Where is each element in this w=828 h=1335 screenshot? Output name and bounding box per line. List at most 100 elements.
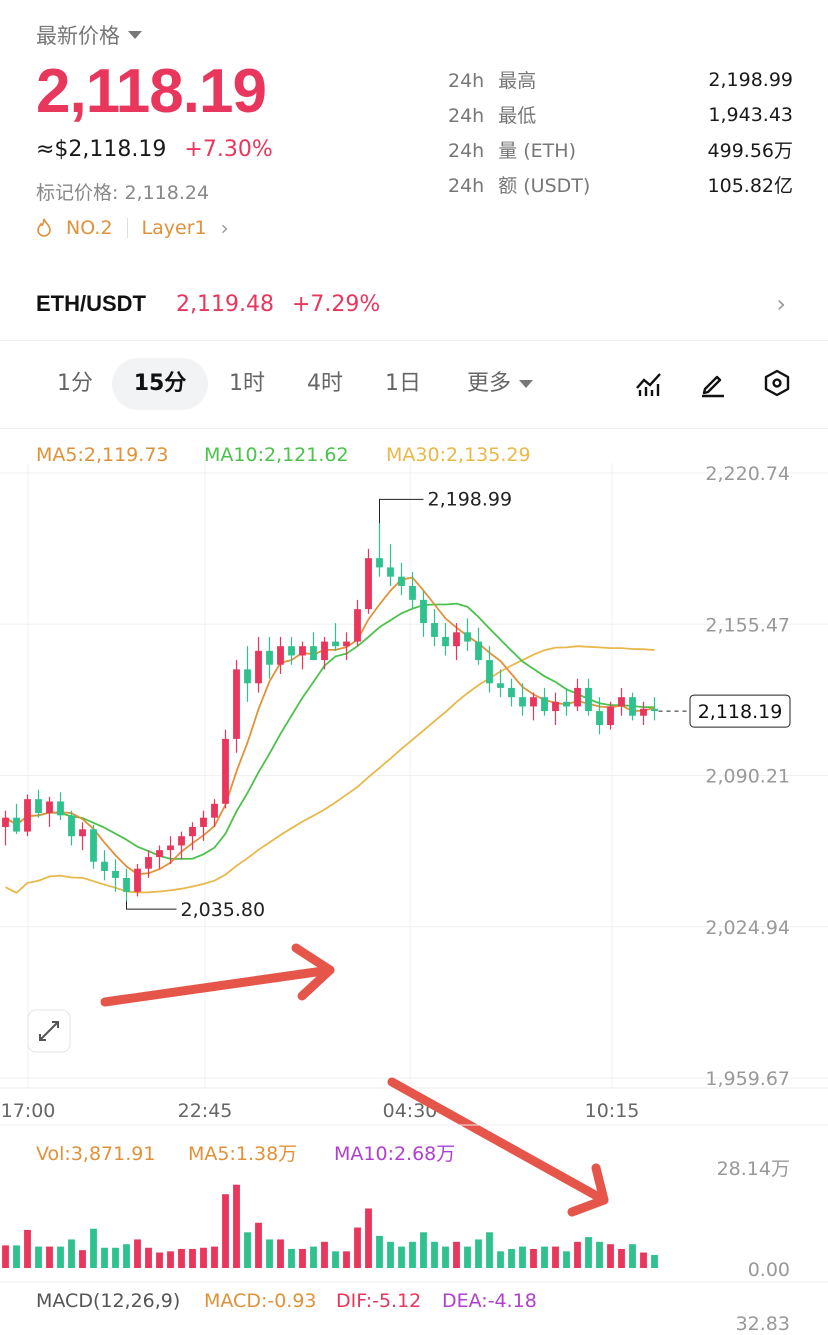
volume-bar bbox=[189, 1248, 196, 1268]
candle-body bbox=[244, 669, 251, 684]
candle-body bbox=[112, 870, 119, 878]
candle-body bbox=[442, 636, 449, 647]
indicator-icon[interactable] bbox=[634, 368, 664, 398]
candles bbox=[2, 523, 658, 902]
candle-body bbox=[541, 697, 548, 712]
volume-bar bbox=[607, 1244, 614, 1268]
settings-hexagon-icon[interactable] bbox=[762, 368, 792, 398]
candle-body bbox=[585, 687, 592, 712]
volume-bar bbox=[310, 1246, 317, 1268]
volume-bar bbox=[299, 1248, 306, 1268]
volume-bar bbox=[398, 1246, 405, 1268]
candle-body bbox=[299, 646, 306, 656]
volume-bar bbox=[629, 1244, 636, 1268]
stat-period: 24h bbox=[448, 70, 485, 92]
low-marker-line bbox=[126, 901, 177, 910]
volume-bar bbox=[442, 1246, 449, 1268]
tab-15m[interactable]: 15分 bbox=[112, 358, 208, 410]
chevron-down-icon bbox=[519, 380, 533, 388]
macd-tick: 32.83 bbox=[736, 1313, 790, 1335]
tags-row[interactable]: NO.2 Layer1 › bbox=[36, 216, 229, 240]
tab-1h[interactable]: 1时 bbox=[216, 358, 278, 410]
volume-bar bbox=[618, 1248, 625, 1268]
y-tick-label: 2,155.47 bbox=[705, 614, 790, 636]
down-arrow-shaft bbox=[387, 1077, 609, 1205]
volume-bar bbox=[167, 1251, 174, 1268]
rank-tag[interactable]: NO.2 bbox=[66, 217, 113, 239]
candle-body bbox=[563, 701, 570, 707]
tab-1d[interactable]: 1日 bbox=[372, 358, 434, 410]
volume-bar bbox=[288, 1248, 295, 1268]
volume-bar bbox=[596, 1241, 603, 1268]
volume-bar bbox=[123, 1244, 130, 1268]
y-tick-label: 2,220.74 bbox=[705, 463, 790, 485]
ma30-legend: MA30:2,135.29 bbox=[386, 444, 531, 466]
volume-bar bbox=[574, 1241, 581, 1268]
tab-more[interactable]: 更多 bbox=[450, 358, 550, 410]
volume-bar bbox=[90, 1228, 97, 1268]
x-tick-label: 10:15 bbox=[585, 1100, 640, 1122]
volume-bar bbox=[651, 1254, 658, 1268]
volume-bar bbox=[57, 1246, 64, 1268]
volume-bar bbox=[640, 1252, 647, 1268]
volume-bar bbox=[79, 1250, 86, 1268]
tab-4h[interactable]: 4时 bbox=[294, 358, 356, 410]
tag-divider bbox=[126, 218, 128, 238]
y-tick-label: 2,024.94 bbox=[705, 917, 790, 939]
volume-bar bbox=[420, 1232, 427, 1268]
category-tag[interactable]: Layer1 bbox=[142, 217, 207, 239]
volume-bar bbox=[145, 1247, 152, 1268]
volume-bar bbox=[112, 1247, 119, 1268]
candle-body bbox=[134, 868, 141, 892]
stat-label: 最高 bbox=[498, 70, 537, 92]
pair-change: +7.29% bbox=[291, 291, 381, 317]
draw-icon[interactable] bbox=[698, 368, 728, 398]
volume-bar bbox=[409, 1241, 416, 1268]
candle-body bbox=[530, 697, 537, 707]
fullscreen-button[interactable] bbox=[27, 1009, 71, 1053]
volume-bar bbox=[475, 1239, 482, 1268]
y-tick-label: 1,959.67 bbox=[705, 1068, 790, 1090]
macd-title: MACD(12,26,9) bbox=[36, 1290, 180, 1312]
candle-body bbox=[453, 632, 460, 647]
volume-bar bbox=[563, 1251, 570, 1268]
interval-tabs: 1分 15分 1时 4时 1日 更多 bbox=[0, 354, 828, 418]
tab-more-label: 更多 bbox=[466, 371, 511, 396]
volume-bar bbox=[101, 1247, 108, 1268]
volume-bar bbox=[255, 1222, 262, 1268]
divider bbox=[0, 428, 828, 429]
volume-bar bbox=[508, 1248, 515, 1268]
flame-icon bbox=[37, 218, 51, 237]
stat-label: 量 (ETH) bbox=[498, 140, 576, 162]
volume-bar bbox=[354, 1227, 361, 1268]
kline-chart[interactable]: MA5:2,119.73 MA10:2,121.62 MA30:2,135.29… bbox=[0, 430, 828, 1335]
volume-bar bbox=[552, 1246, 559, 1268]
volume-bar bbox=[497, 1251, 504, 1268]
ma10-polyline bbox=[5, 602, 655, 860]
candle-body bbox=[508, 687, 515, 698]
stat-period: 24h bbox=[448, 105, 485, 127]
vol-ma5-legend: MA5:1.38万 bbox=[188, 1143, 297, 1165]
candle-body bbox=[13, 817, 20, 832]
candle-body bbox=[332, 641, 339, 647]
latest-price-selector[interactable]: 最新价格 bbox=[36, 20, 142, 50]
volume-bars bbox=[2, 1184, 658, 1268]
tab-1m[interactable]: 1分 bbox=[44, 358, 106, 410]
candle-body bbox=[486, 660, 493, 684]
candle-body bbox=[233, 669, 240, 739]
latest-price-label: 最新价格 bbox=[36, 24, 120, 48]
spot-pair-row[interactable]: ETH/USDT 2,119.48 +7.29% › bbox=[0, 278, 828, 330]
volume-bar bbox=[233, 1184, 240, 1268]
x-tick-label: 22:45 bbox=[178, 1100, 233, 1122]
price-header: 最新价格 2,118.19 ≈$2,118.19 +7.30% 标记价格: 2,… bbox=[0, 0, 828, 260]
stat-high: 24h 最高 2,198.99 bbox=[448, 62, 793, 97]
volume-bar bbox=[13, 1245, 20, 1268]
volume-bar bbox=[2, 1245, 9, 1268]
stat-value: 2,198.99 bbox=[708, 68, 793, 91]
candle-body bbox=[200, 817, 207, 827]
vol-max-tick: 28.14万 bbox=[717, 1158, 790, 1180]
candle-body bbox=[167, 845, 174, 851]
candle-body bbox=[552, 701, 559, 712]
candle-body bbox=[156, 850, 163, 858]
candle-body bbox=[57, 801, 64, 816]
